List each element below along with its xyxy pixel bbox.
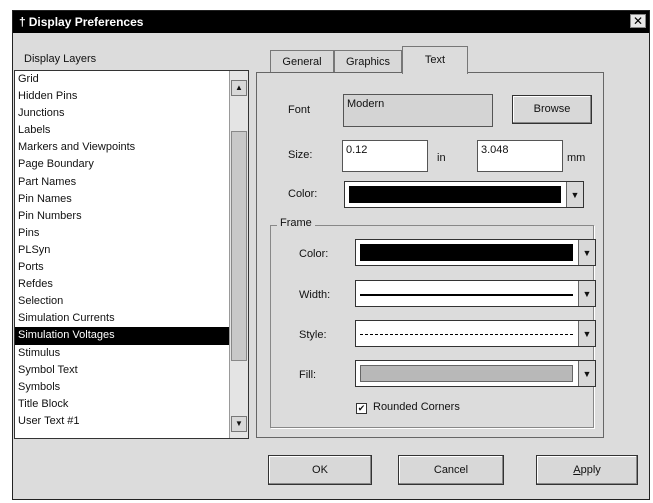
list-item[interactable]: Ports [15,259,229,276]
list-item[interactable]: Labels [15,122,229,139]
list-item[interactable]: Markers and Viewpoints [15,139,229,156]
list-item[interactable]: Hidden Pins [15,88,229,105]
list-item[interactable]: PLSyn [15,242,229,259]
chevron-down-icon[interactable]: ▼ [578,240,595,265]
frame-fill-dropdown[interactable]: ▼ [355,360,596,387]
check-icon: ✔ [357,403,366,413]
list-item[interactable]: Pin Names [15,191,229,208]
layers-list-items: Grid Hidden Pins Junctions Labels Markers an… [15,71,229,438]
list-item[interactable]: Page Boundary [15,156,229,173]
width-line-preview [360,293,573,296]
tab-general[interactable]: General [270,50,334,74]
scroll-down-button[interactable]: ▼ [231,416,247,432]
size-label: Size: [288,149,313,161]
window-menu-icon[interactable]: † [19,15,26,29]
font-field: Modern [343,94,493,127]
chevron-down-icon[interactable]: ▼ [578,321,595,346]
frame-fill-label: Fill: [299,369,317,381]
list-item[interactable]: Simulation Currents [15,310,229,327]
text-color-dropdown[interactable]: ▼ [344,181,584,208]
frame-color-label: Color: [299,248,329,260]
list-item[interactable]: Stimulus [15,345,229,362]
size-mm-unit: mm [567,152,586,164]
rounded-corners-label: Rounded Corners [373,401,460,413]
list-item[interactable]: Refdes [15,276,229,293]
chevron-down-icon[interactable]: ▼ [578,361,595,386]
size-mm-input[interactable]: 3.048 [477,140,563,172]
fill-swatch [360,365,573,382]
frame-color-dropdown[interactable]: ▼ [355,239,596,266]
rounded-corners-checkbox[interactable]: ✔ [356,403,367,414]
list-item[interactable]: Junctions [15,105,229,122]
text-color-label: Color: [288,188,318,200]
cancel-button[interactable]: Cancel [398,455,504,485]
apply-button[interactable]: Apply [536,455,638,485]
list-item[interactable]: Pins [15,225,229,242]
chevron-down-icon[interactable]: ▼ [566,182,583,207]
layers-scrollbar[interactable]: ▲ ▼ [229,71,248,438]
frame-color-swatch [360,244,573,261]
browse-button[interactable]: Browse [512,95,592,124]
style-line-preview [360,333,573,335]
apply-button-label: Apply [573,464,601,476]
ok-button[interactable]: OK [268,455,372,485]
frame-style-label: Style: [299,329,327,341]
scroll-up-button[interactable]: ▲ [231,80,247,96]
size-in-input[interactable]: 0.12 [342,140,428,172]
scroll-thumb[interactable] [231,131,247,361]
list-item[interactable]: Pin Numbers [15,208,229,225]
display-layers-list[interactable]: Grid Hidden Pins Junctions Labels Markers an… [14,70,249,439]
text-color-swatch [349,186,561,203]
frame-style-dropdown[interactable]: ▼ [355,320,596,347]
list-item[interactable]: Simulation Voltages [15,327,229,345]
frame-width-dropdown[interactable]: ▼ [355,280,596,307]
tab-graphics[interactable]: Graphics [334,50,402,74]
list-item[interactable]: Title Block [15,396,229,413]
display-layers-label: Display Layers [24,53,97,65]
list-item[interactable]: Symbols [15,379,229,396]
frame-group-title: Frame [277,217,315,229]
list-item[interactable]: Grid [15,71,229,88]
list-item[interactable]: Selection [15,293,229,310]
frame-width-label: Width: [299,289,331,301]
list-item[interactable]: Part Names [15,174,229,191]
size-in-unit: in [437,152,446,164]
title-bar: † Display Preferences ✕ [13,11,649,33]
tab-text[interactable]: Text [402,46,468,74]
window-title: Display Preferences [28,15,144,29]
chevron-down-icon[interactable]: ▼ [578,281,595,306]
list-item[interactable]: Symbol Text [15,362,229,379]
font-label: Font [288,104,311,116]
list-item[interactable]: User Text #1 [15,413,229,430]
close-button[interactable]: ✕ [630,14,646,28]
